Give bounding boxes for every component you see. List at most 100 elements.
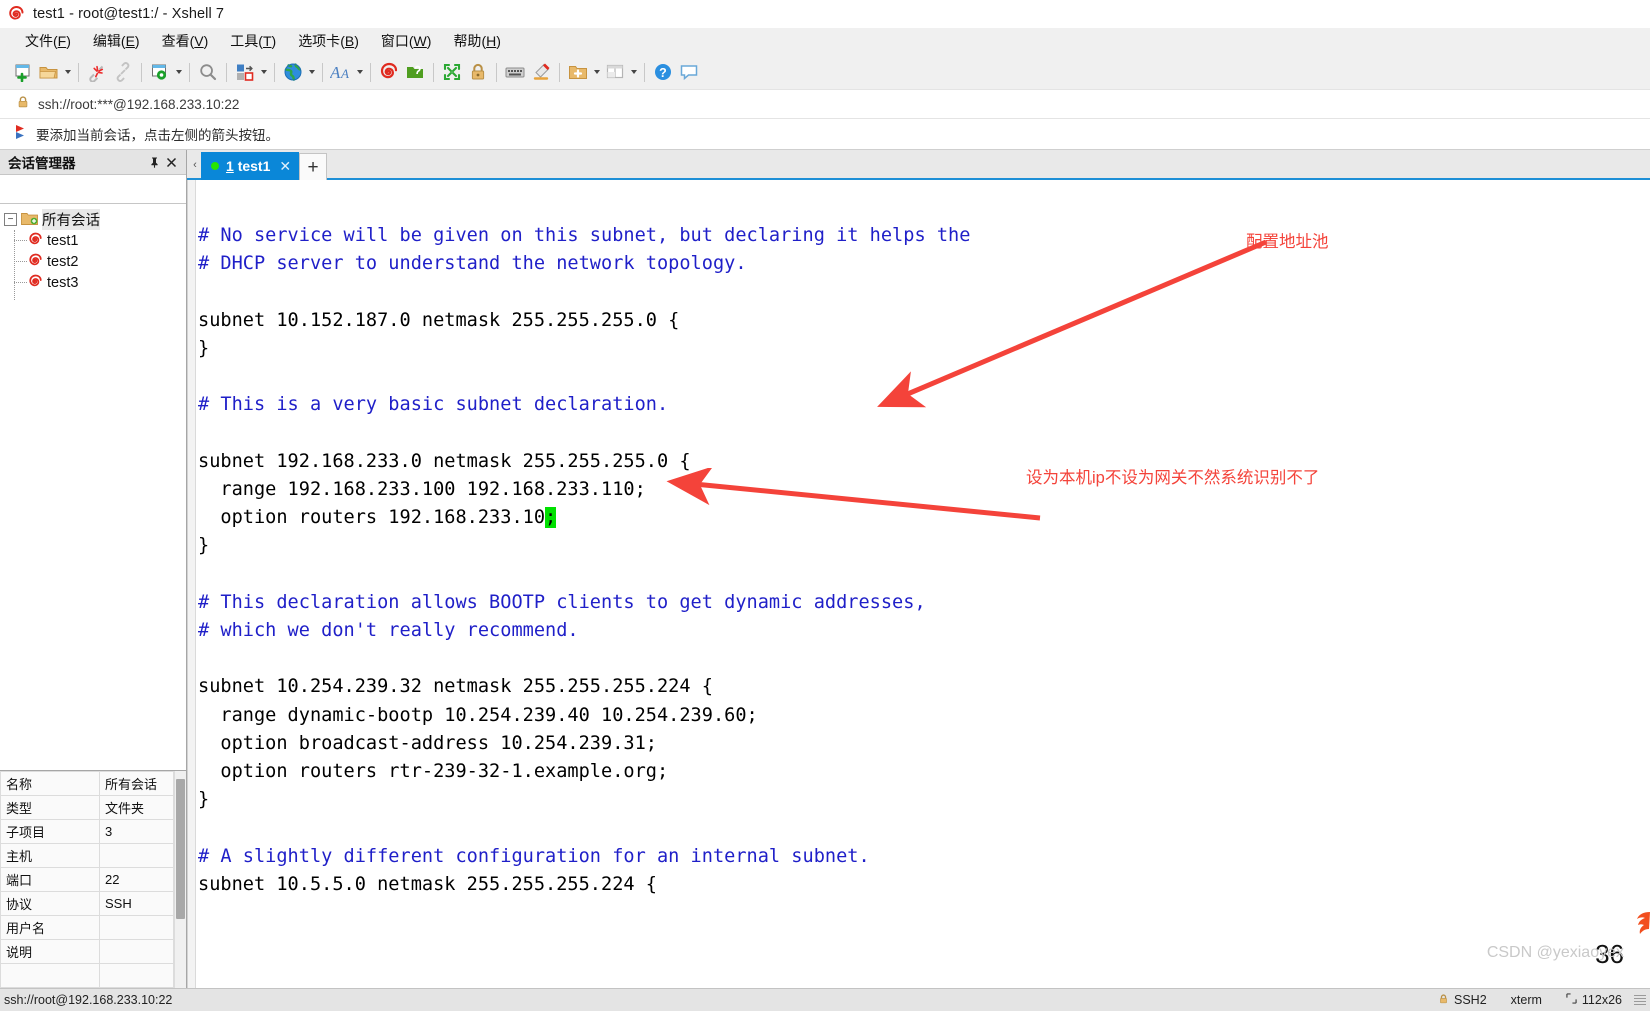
table-row xyxy=(0,963,174,988)
menu-window-accel: W xyxy=(413,33,427,49)
menu-edit[interactable]: 编辑(E) xyxy=(82,29,151,53)
session-icon xyxy=(28,253,43,271)
xshell-window: test1 - root@test1:/ - Xshell 7 文件(F) 编辑… xyxy=(0,0,1650,1011)
table-row: 端口 22 xyxy=(0,867,174,892)
session-tree: − 所有会话 test1 test2 test3 xyxy=(0,204,186,770)
notice-bar-message: 要添加当前会话，点击左侧的箭头按钮。 xyxy=(36,128,279,143)
address-bar[interactable]: ssh://root:***@192.168.233.10:22 xyxy=(0,89,1650,119)
fullscreen-icon[interactable] xyxy=(439,59,465,85)
menu-tools-label: 工具 xyxy=(230,33,259,49)
font-size-icon[interactable]: A A xyxy=(328,59,354,85)
comment-icon[interactable] xyxy=(676,59,702,85)
session-manager-panel: 会话管理器 − 所有会话 test1 test2 test3 名称 所有会话 类… xyxy=(0,150,202,988)
tree-node-test1-label: test1 xyxy=(47,232,79,249)
status-bar-protocol-label: SSH2 xyxy=(1454,993,1487,1007)
tab-index: 1 xyxy=(226,158,234,174)
status-bar-protocol: SSH2 xyxy=(1426,993,1499,1008)
xshell-icon[interactable] xyxy=(376,59,402,85)
menu-window[interactable]: 窗口(W) xyxy=(370,29,443,53)
globe-icon[interactable] xyxy=(280,59,306,85)
prop-key: 协议 xyxy=(0,891,100,916)
status-bar-size: 112x26 xyxy=(1554,993,1634,1007)
menu-help-label: 帮助 xyxy=(453,33,482,49)
open-folder-caret-icon[interactable] xyxy=(62,59,73,85)
find-icon[interactable] xyxy=(195,59,221,85)
prop-key xyxy=(0,963,100,988)
tree-node-all-sessions-label: 所有会话 xyxy=(42,209,100,230)
tab-status-dot-icon xyxy=(211,162,219,170)
menu-file-accel: F xyxy=(57,33,67,49)
lock-icon[interactable] xyxy=(465,59,491,85)
session-search-row[interactable] xyxy=(0,175,202,204)
tree-node-test1[interactable]: test1 xyxy=(0,230,186,251)
keyboard-icon[interactable] xyxy=(502,59,528,85)
menu-tab[interactable]: 选项卡(B) xyxy=(287,29,370,53)
menu-view[interactable]: 查看(V) xyxy=(151,29,220,53)
close-icon[interactable] xyxy=(163,154,180,171)
xftp-icon[interactable] xyxy=(402,59,428,85)
prop-value xyxy=(99,963,174,988)
annotation-gateway-note: 设为本机ip不设为网关不然系统识别不了 xyxy=(1026,469,1320,487)
link-icon[interactable] xyxy=(110,59,136,85)
layout-icon[interactable] xyxy=(602,59,628,85)
toolbar-separator xyxy=(226,62,227,82)
tree-node-test2[interactable]: test2 xyxy=(0,251,186,272)
session-manager-header: 会话管理器 xyxy=(0,150,186,175)
font-size-caret-icon[interactable] xyxy=(354,59,365,85)
lock-icon xyxy=(16,95,30,114)
terminal-output[interactable]: # No service will be given on this subne… xyxy=(188,180,1650,988)
open-folder-icon[interactable] xyxy=(36,59,62,85)
table-row: 用户名 xyxy=(0,915,174,940)
add-to-folder-caret-icon[interactable] xyxy=(591,59,602,85)
menu-file[interactable]: 文件(F) xyxy=(14,29,82,53)
xshell-spiral-logo-icon xyxy=(8,5,25,23)
globe-caret-icon[interactable] xyxy=(306,59,317,85)
add-to-folder-icon[interactable] xyxy=(565,59,591,85)
tab-close-icon[interactable]: ✕ xyxy=(279,158,291,175)
highlight-pen-icon[interactable] xyxy=(528,59,554,85)
tree-node-all-sessions[interactable]: − 所有会话 xyxy=(0,209,186,230)
pin-icon[interactable] xyxy=(146,154,163,171)
resize-grip[interactable] xyxy=(1634,995,1650,1005)
terminal-surface[interactable]: # No service will be given on this subne… xyxy=(187,180,1650,988)
terminal-line: # DHCP server to understand the network … xyxy=(198,253,747,275)
tab-scroll-left-icon[interactable]: ‹ xyxy=(189,150,201,180)
prop-value xyxy=(99,843,174,868)
menu-help[interactable]: 帮助(H) xyxy=(442,29,511,53)
disconnect-icon[interactable] xyxy=(84,59,110,85)
terminal-line-cursor: option routers 192.168.233.10; xyxy=(198,507,557,529)
tab-test1[interactable]: 1 test1 ✕ xyxy=(201,152,300,180)
properties-scrollbar-thumb[interactable] xyxy=(176,779,185,919)
prop-value: 3 xyxy=(99,819,174,844)
layout-caret-icon[interactable] xyxy=(628,59,639,85)
status-bar-url: ssh://root@192.168.233.10:22 xyxy=(4,993,173,1007)
menu-tab-accel: B xyxy=(344,33,355,49)
terminal-line: range 192.168.233.100 192.168.233.110; xyxy=(198,479,646,501)
prop-key: 名称 xyxy=(0,771,100,796)
table-row: 协议 SSH xyxy=(0,891,174,916)
properties-scrollbar[interactable] xyxy=(174,771,186,988)
help-icon[interactable]: ? xyxy=(650,59,676,85)
tree-node-test3[interactable]: test3 xyxy=(0,272,186,293)
new-tab-button[interactable]: + xyxy=(299,153,328,180)
menu-tools-accel: T xyxy=(262,33,272,49)
terminal-line: } xyxy=(198,338,210,360)
new-session-icon[interactable] xyxy=(10,59,36,85)
prop-value: 文件夹 xyxy=(99,795,174,820)
prop-value xyxy=(99,939,174,964)
toolbar-separator xyxy=(644,62,645,82)
menu-tools[interactable]: 工具(T) xyxy=(219,29,287,53)
terminal-line: subnet 192.168.233.0 netmask 255.255.255… xyxy=(198,450,691,472)
session-properties-caret-icon[interactable] xyxy=(173,59,184,85)
transfer-file-caret-icon[interactable] xyxy=(258,59,269,85)
session-properties-icon[interactable] xyxy=(147,59,173,85)
menu-help-accel: H xyxy=(486,33,497,49)
toolbar-separator xyxy=(370,62,371,82)
menu-edit-label: 编辑 xyxy=(92,33,121,49)
session-properties-grid: 名称 所有会话 类型 文件夹 子项目 3 主机 端口 22 协议 SSH 用户名 说明 xyxy=(0,770,186,988)
session-search-input[interactable] xyxy=(6,180,186,198)
transfer-file-icon[interactable] xyxy=(232,59,258,85)
tree-expander-icon[interactable]: − xyxy=(4,213,17,226)
terminal-scrollbar[interactable] xyxy=(188,180,196,988)
terminal-line: subnet 10.254.239.32 netmask 255.255.255… xyxy=(198,676,713,698)
